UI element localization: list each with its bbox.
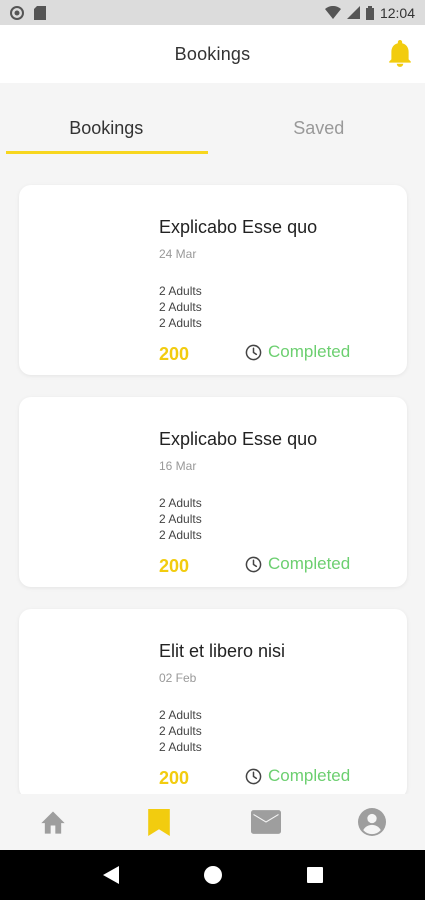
booking-price: 200 [159,344,190,364]
home-button-icon[interactable] [203,866,222,884]
booking-card[interactable]: Elit et libero nisi 02 Feb 2 Adults 2 Ad… [19,609,407,794]
system-navigation-bar [0,850,425,900]
booking-status: Completed [245,342,350,362]
booking-list: Explicabo Esse quo 24 Mar 2 Adults 2 Adu… [0,168,425,794]
nav-home[interactable] [0,794,106,850]
app-bar: Bookings [0,25,425,83]
page-title: Bookings [174,43,251,64]
status-bar: 12:04 [0,0,425,25]
booking-guests: 2 Adults 2 Adults 2 Adults [159,495,202,543]
guest-line: 2 Adults [159,740,202,754]
clock-icon [245,556,262,572]
bookmark-icon [148,808,171,836]
status-time: 12:04 [379,4,415,21]
tab-bookings[interactable]: Bookings [0,100,213,156]
booking-date: 24 Mar [159,247,197,261]
mail-icon [250,810,281,834]
tab-saved[interactable]: Saved [213,100,425,156]
booking-title: Elit et libero nisi [159,641,286,661]
battery-icon [365,5,374,20]
booking-date: 16 Mar [159,459,197,473]
guest-line: 2 Adults [159,708,202,722]
status-label: Completed [268,766,351,785]
booking-status: Completed [245,766,350,786]
guest-line: 2 Adults [159,528,202,542]
booking-date: 02 Feb [159,671,197,685]
record-icon [10,5,24,20]
nav-messages[interactable] [213,794,319,850]
booking-status: Completed [245,554,350,574]
booking-tabs: Bookings Saved [0,100,425,156]
clock-icon [245,344,262,360]
booking-title: Explicabo Esse quo [159,217,318,237]
recents-icon[interactable] [306,867,323,883]
guest-line: 2 Adults [159,300,202,314]
guest-line: 2 Adults [159,316,202,330]
booking-price: 200 [159,556,190,576]
booking-card[interactable]: Explicabo Esse quo 16 Mar 2 Adults 2 Adu… [19,397,407,587]
nav-bookings[interactable] [106,794,212,850]
status-label: Completed [268,554,351,573]
account-icon [357,808,386,836]
guest-line: 2 Adults [159,284,202,298]
status-label: Completed [268,342,351,361]
booking-title: Explicabo Esse quo [159,429,318,449]
back-icon[interactable] [102,866,119,884]
guest-line: 2 Adults [159,724,202,738]
bottom-navigation [0,794,425,850]
home-icon [41,811,65,834]
notification-bell-icon[interactable] [387,40,413,68]
booking-card[interactable]: Explicabo Esse quo 24 Mar 2 Adults 2 Adu… [19,185,407,375]
guest-line: 2 Adults [159,496,202,510]
active-tab-indicator [6,151,208,154]
clock-icon [245,768,262,784]
signal-icon [346,6,360,19]
nav-profile[interactable] [319,794,425,850]
guest-line: 2 Adults [159,512,202,526]
booking-guests: 2 Adults 2 Adults 2 Adults [159,283,202,331]
booking-price: 200 [159,768,190,788]
wifi-icon [324,6,341,19]
booking-guests: 2 Adults 2 Adults 2 Adults [159,707,202,755]
sd-card-icon [34,5,46,20]
